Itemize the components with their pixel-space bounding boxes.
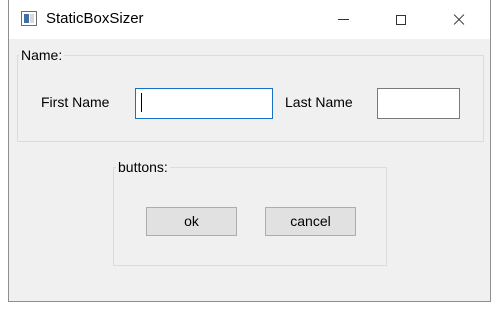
maximize-button[interactable] [378, 0, 424, 39]
cancel-button[interactable]: cancel [265, 207, 356, 236]
first-name-input[interactable] [135, 88, 273, 119]
maximize-icon [396, 14, 406, 25]
last-name-input[interactable] [377, 88, 460, 119]
ok-button[interactable]: ok [146, 207, 237, 236]
last-name-label: Last Name [285, 94, 353, 110]
close-button[interactable] [436, 0, 482, 39]
window-title: StaticBoxSizer [46, 10, 144, 27]
buttons-group-label: buttons: [116, 159, 170, 175]
close-icon [452, 13, 466, 27]
text-caret [141, 93, 142, 112]
window-app-icon [21, 11, 37, 26]
name-group-label: Name: [19, 47, 65, 63]
minimize-button[interactable] [320, 0, 366, 39]
app-window: StaticBoxSizer Name: First Name Last Nam… [8, 0, 491, 302]
first-name-label: First Name [41, 94, 110, 110]
minimize-icon [337, 19, 349, 20]
title-bar[interactable]: StaticBoxSizer [9, 0, 490, 39]
